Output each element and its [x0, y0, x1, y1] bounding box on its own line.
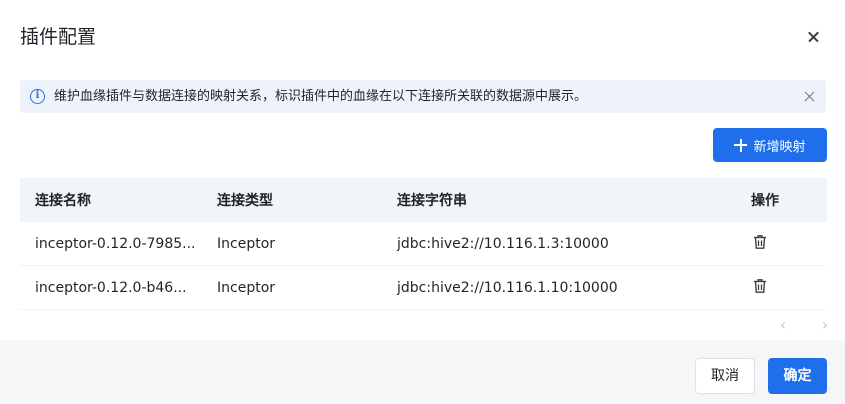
dialog-header: 插件配置 — [20, 22, 825, 52]
trash-icon[interactable] — [751, 233, 769, 251]
table-row: inceptor-0.12.0-b46... Inceptor jdbc:hiv… — [20, 266, 827, 310]
header-actions: 操作 — [751, 193, 779, 209]
cell-connection-name: inceptor-0.12.0-b46... — [35, 279, 187, 296]
prev-page-icon[interactable]: ‹ — [780, 316, 786, 334]
add-mapping-label: 新增映射 — [753, 139, 806, 155]
alert-close-icon[interactable] — [803, 90, 816, 103]
dialog-footer: 取消 确定 — [0, 340, 845, 404]
info-alert: i 维护血缘插件与数据连接的映射关系，标识插件中的血缘在以下连接所关联的数据源中… — [20, 80, 826, 113]
cell-connection-string: jdbc:hive2://10.116.1.10:10000 — [397, 279, 618, 296]
mapping-table: 连接名称 连接类型 连接字符串 操作 inceptor-0.12.0-7985.… — [20, 178, 827, 310]
table-header: 连接名称 连接类型 连接字符串 操作 — [20, 178, 827, 222]
plus-icon — [734, 138, 748, 152]
header-connection-type: 连接类型 — [217, 193, 273, 209]
cell-connection-string: jdbc:hive2://10.116.1.3:10000 — [397, 235, 609, 252]
header-connection-string: 连接字符串 — [397, 193, 467, 209]
cell-actions — [733, 233, 827, 255]
info-icon: i — [30, 89, 45, 104]
plugin-config-dialog: 插件配置 i 维护血缘插件与数据连接的映射关系，标识插件中的血缘在以下连接所关联… — [0, 0, 845, 404]
dialog-title: 插件配置 — [20, 26, 97, 48]
table-row: inceptor-0.12.0-7985... Inceptor jdbc:hi… — [20, 222, 827, 266]
cancel-button[interactable]: 取消 — [695, 358, 755, 394]
pagination: ‹ › — [780, 316, 828, 334]
cell-actions — [733, 277, 827, 299]
confirm-button[interactable]: 确定 — [768, 358, 827, 394]
add-mapping-button[interactable]: 新增映射 — [713, 128, 827, 162]
header-connection-name: 连接名称 — [35, 193, 91, 209]
cell-connection-name: inceptor-0.12.0-7985... — [35, 235, 196, 252]
cell-connection-type: Inceptor — [217, 235, 276, 252]
close-icon[interactable] — [803, 26, 825, 48]
trash-icon[interactable] — [751, 277, 769, 295]
cell-connection-type: Inceptor — [217, 279, 276, 296]
alert-text: 维护血缘插件与数据连接的映射关系，标识插件中的血缘在以下连接所关联的数据源中展示… — [54, 89, 588, 104]
next-page-icon[interactable]: › — [822, 316, 828, 334]
